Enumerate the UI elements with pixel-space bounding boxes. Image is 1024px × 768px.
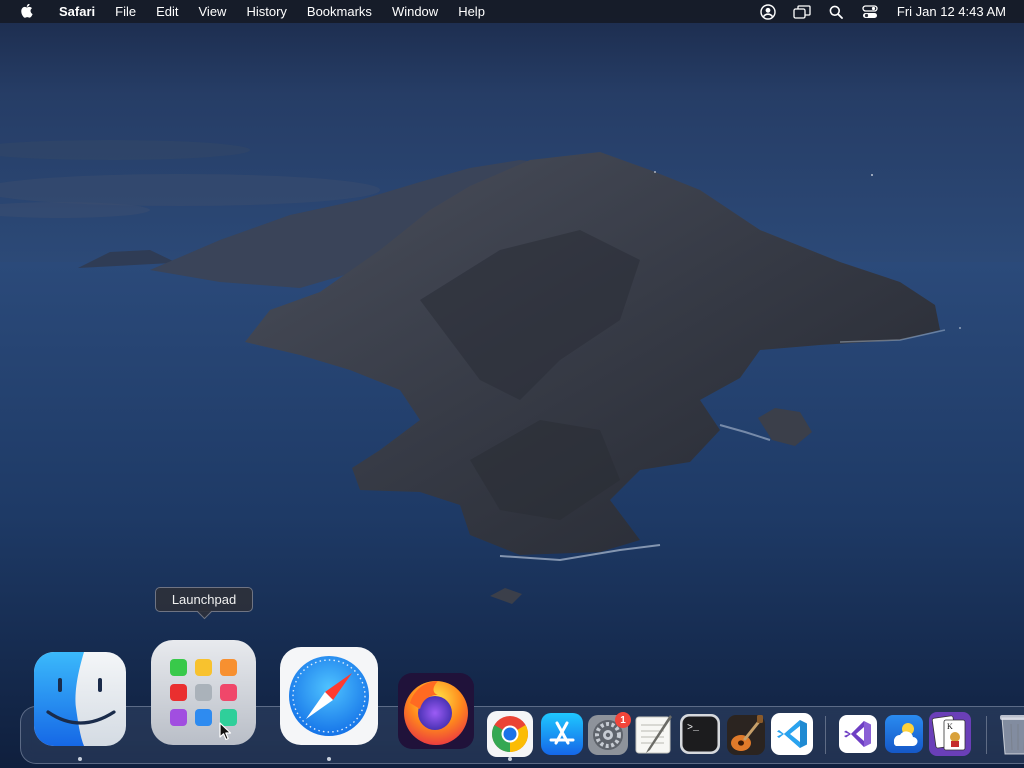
launchpad-icon [151,640,256,745]
dock-item-launchpad[interactable] [151,640,256,745]
firefox-icon [398,673,474,749]
menu-edit[interactable]: Edit [146,0,188,23]
menu-view[interactable]: View [189,0,237,23]
control-center-icon[interactable] [861,4,879,20]
menu-history[interactable]: History [236,0,296,23]
terminal-icon: >_ [680,714,720,754]
svg-text:K: K [947,722,953,731]
menu-bar: Safari File Edit View History Bookmarks … [0,0,1024,23]
app-store-icon [541,713,583,755]
dock-item-firefox[interactable] [398,673,474,749]
dock-divider [825,716,826,754]
textedit-icon [635,715,672,754]
dock-divider-trash [986,716,987,754]
finder-icon [34,652,126,746]
finder-running-indicator [78,757,82,761]
screen-mirroring-icon[interactable] [793,4,811,20]
menu-window[interactable]: Window [382,0,448,23]
weather-icon [885,715,923,753]
desktop[interactable]: Safari File Edit View History Bookmarks … [0,0,1024,768]
dock-item-safari[interactable] [280,647,378,745]
chrome-running-indicator [508,757,512,761]
system-preferences-badge: 1 [615,712,631,728]
menu-app-name[interactable]: Safari [49,0,105,23]
chrome-icon [487,711,533,757]
user-account-icon[interactable] [759,3,777,20]
menu-help[interactable]: Help [448,0,495,23]
dock-item-chrome[interactable] [487,711,533,757]
garageband-icon [727,715,765,755]
solitaire-icon: K [929,712,971,756]
dock-item-terminal[interactable]: >_ [680,714,720,754]
dock-item-trash[interactable] [998,712,1024,756]
mouse-pointer-icon [219,722,232,741]
menubar-clock[interactable]: Fri Jan 12 4:43 AM [887,4,1024,19]
visual-studio-icon [839,715,877,753]
safari-running-indicator [327,757,331,761]
spotlight-search-icon[interactable] [827,4,845,20]
launchpad-tooltip: Launchpad [155,587,253,612]
dock-item-weather[interactable] [885,715,923,753]
trash-icon [1000,715,1024,755]
dock-item-app-store[interactable] [541,713,583,755]
safari-icon [280,647,378,745]
dock-item-finder[interactable] [34,652,126,746]
dock-item-textedit[interactable] [634,713,674,755]
dock-item-visual-studio[interactable] [839,715,877,753]
vscode-icon [771,713,813,755]
dock-item-vscode[interactable] [771,713,813,755]
menu-file[interactable]: File [105,0,146,23]
menu-bookmarks[interactable]: Bookmarks [297,0,382,23]
terminal-glyph: >_ [687,723,700,734]
apple-menu-icon[interactable] [19,3,35,20]
dock-item-garageband[interactable] [727,713,765,755]
dock-item-solitaire[interactable]: K [929,712,971,756]
